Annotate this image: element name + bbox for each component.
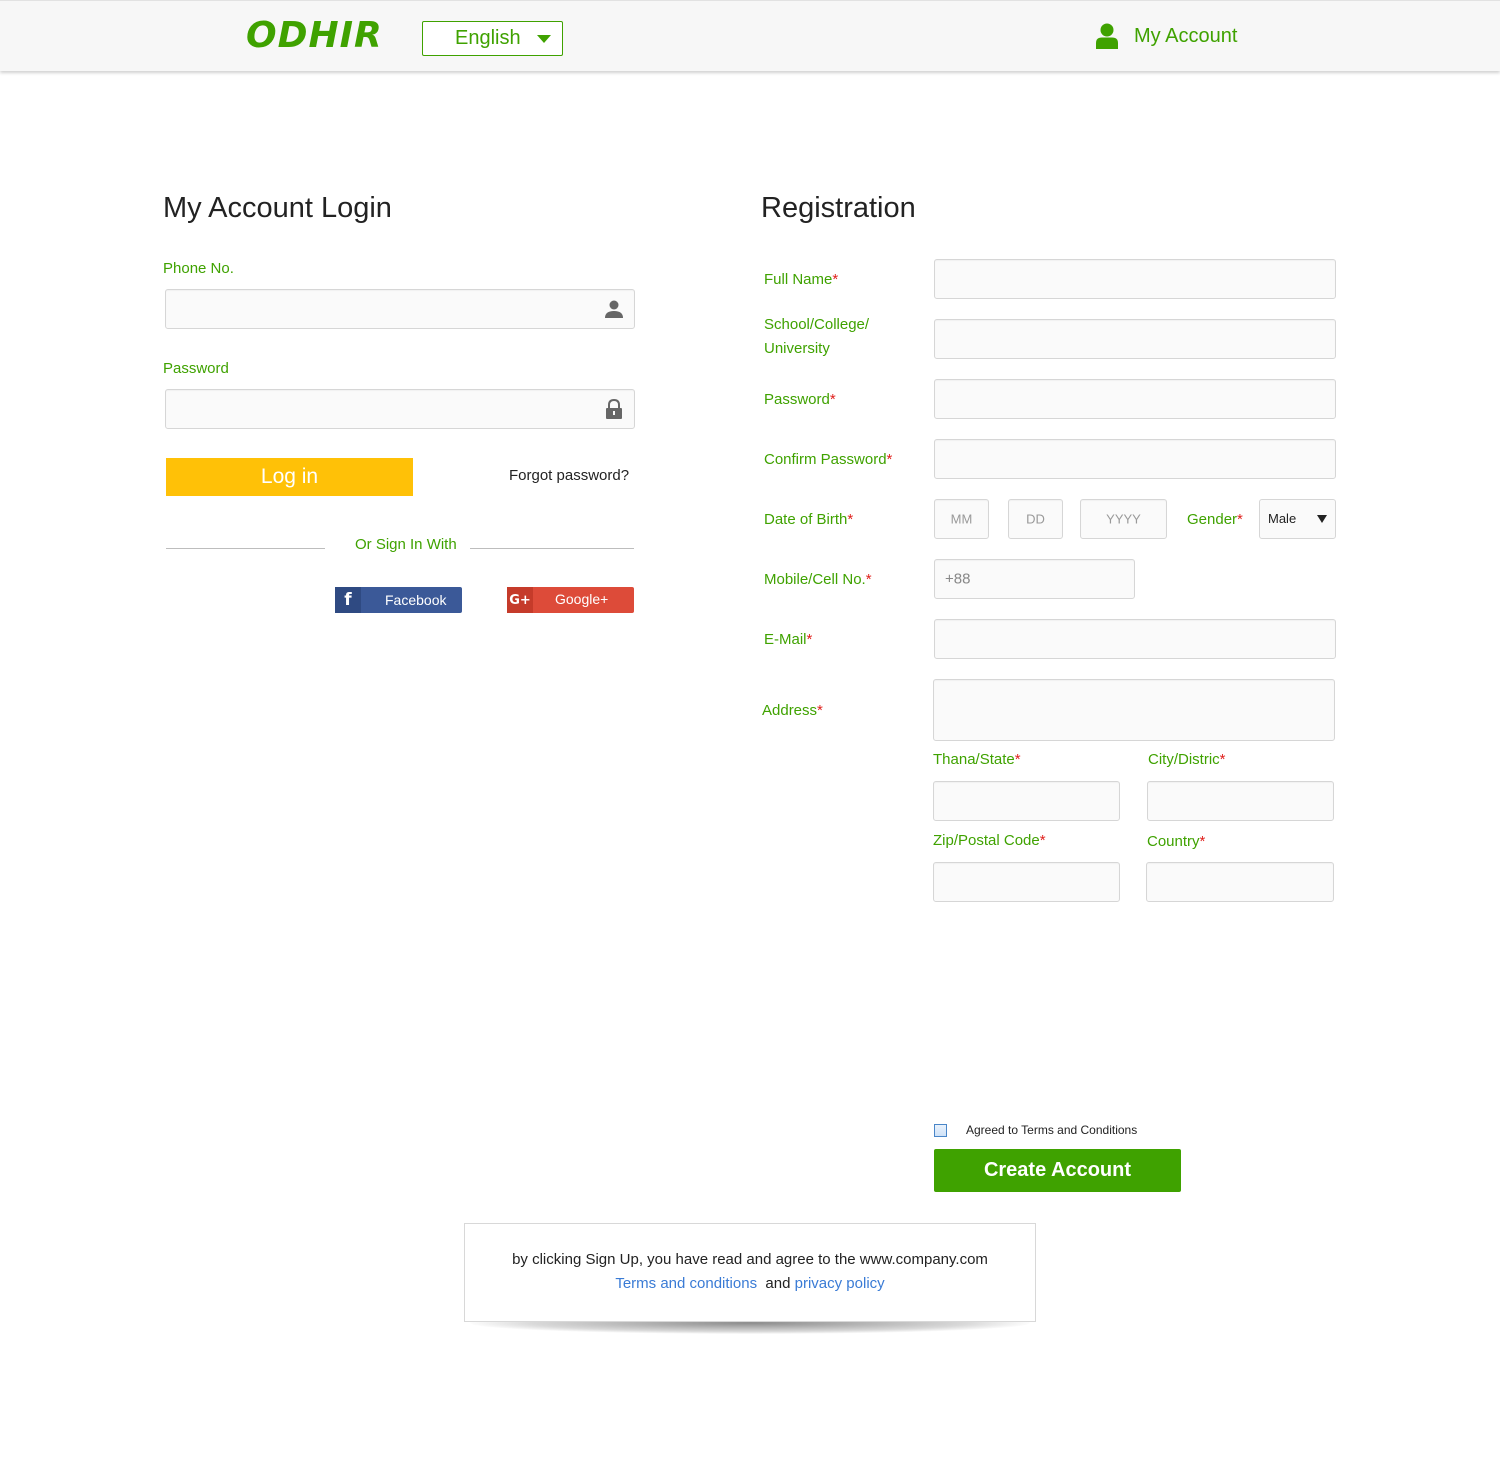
- email-input[interactable]: [934, 619, 1336, 659]
- login-title: My Account Login: [163, 192, 392, 224]
- google-plus-label: Google+: [555, 591, 609, 607]
- address-textarea[interactable]: [933, 679, 1335, 741]
- mobile-label: Mobile/Cell No.*: [764, 571, 872, 588]
- google-plus-button[interactable]: G+ Google+: [507, 587, 634, 613]
- city-label: City/Distric*: [1148, 751, 1226, 768]
- dob-month-input[interactable]: MM: [934, 499, 989, 539]
- facebook-label: Facebook: [385, 592, 447, 608]
- full-name-label: Full Name*: [764, 271, 839, 288]
- agree-checkbox[interactable]: [934, 1124, 947, 1137]
- user-icon: [1096, 23, 1118, 49]
- full-name-input[interactable]: [934, 259, 1336, 299]
- my-account-label: My Account: [1134, 25, 1238, 47]
- create-account-button[interactable]: Create Account: [934, 1149, 1181, 1192]
- confirm-password-input[interactable]: [934, 439, 1336, 479]
- caret-down-icon: [537, 35, 551, 43]
- zip-label: Zip/Postal Code*: [933, 832, 1046, 849]
- dropdown-arrow-icon: [1317, 515, 1327, 523]
- phone-input[interactable]: [165, 289, 635, 329]
- country-input[interactable]: [1146, 862, 1334, 902]
- notice-links: Terms and conditions and privacy policy: [465, 1272, 1035, 1296]
- reg-password-input[interactable]: [934, 379, 1336, 419]
- confirm-password-label: Confirm Password*: [764, 451, 893, 468]
- city-input[interactable]: [1147, 781, 1334, 821]
- lock-icon: [606, 399, 622, 419]
- site-logo[interactable]: ODHIR: [246, 15, 383, 56]
- forgot-password-link[interactable]: Forgot password?: [509, 467, 629, 484]
- address-label: Address*: [762, 702, 823, 719]
- gender-select[interactable]: Male: [1259, 499, 1336, 539]
- person-icon: [605, 300, 623, 318]
- zip-input[interactable]: [933, 862, 1120, 902]
- signup-notice: by clicking Sign Up, you have read and a…: [464, 1223, 1036, 1322]
- facebook-icon: f: [335, 587, 361, 613]
- password-input[interactable]: [165, 389, 635, 429]
- email-label: E-Mail*: [764, 631, 813, 648]
- top-header: ODHIR English My Account: [0, 0, 1500, 71]
- or-sign-in-label: Or Sign In With: [355, 536, 457, 553]
- privacy-link[interactable]: privacy policy: [795, 1275, 885, 1292]
- notice-text: by clicking Sign Up, you have read and a…: [512, 1251, 988, 1268]
- language-value: English: [455, 27, 521, 49]
- terms-link[interactable]: Terms and conditions: [615, 1275, 757, 1292]
- agree-label: Agreed to Terms and Conditions: [966, 1123, 1138, 1137]
- reg-password-label: Password*: [764, 391, 836, 408]
- school-input[interactable]: [934, 319, 1336, 359]
- gender-label: Gender*: [1187, 511, 1243, 528]
- phone-label: Phone No.: [163, 260, 234, 277]
- mobile-input[interactable]: +88: [934, 559, 1135, 599]
- divider-right: [470, 548, 634, 549]
- language-select[interactable]: English: [422, 21, 563, 56]
- google-plus-icon: G+: [507, 587, 533, 613]
- thana-input[interactable]: [933, 781, 1120, 821]
- password-label: Password: [163, 360, 229, 377]
- thana-label: Thana/State*: [933, 751, 1021, 768]
- dob-day-input[interactable]: DD: [1008, 499, 1063, 539]
- country-label: Country*: [1147, 833, 1206, 850]
- login-button[interactable]: Log in: [166, 458, 413, 496]
- registration-title: Registration: [761, 192, 916, 224]
- divider-left: [166, 548, 325, 549]
- dob-year-input[interactable]: YYYY: [1080, 499, 1167, 539]
- school-label: School/College/ University: [764, 316, 870, 357]
- facebook-button[interactable]: f Facebook: [335, 587, 462, 613]
- notice-and: and: [765, 1275, 791, 1292]
- dob-label: Date of Birth*: [764, 511, 854, 528]
